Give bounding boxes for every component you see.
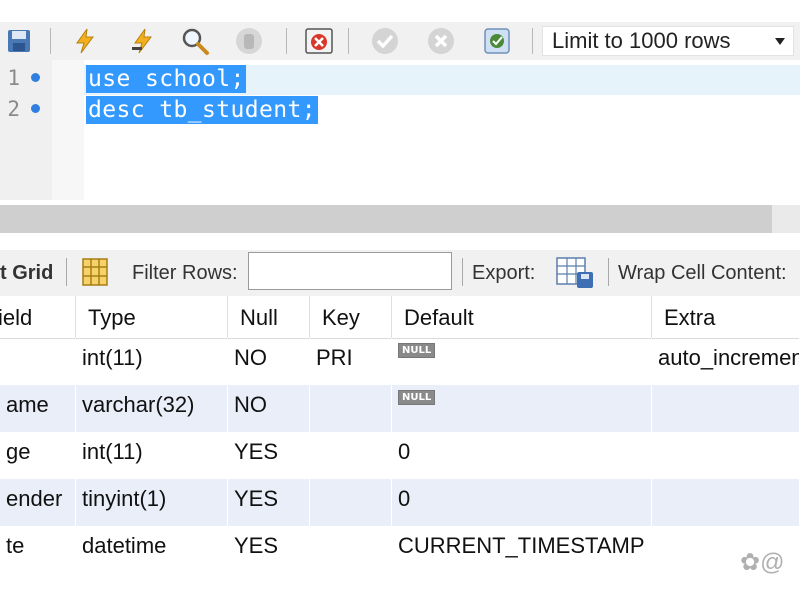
cell-default[interactable]: 0 xyxy=(392,479,652,526)
grid-layout-icon[interactable] xyxy=(82,258,108,291)
cell-null[interactable]: YES xyxy=(228,526,310,573)
cell-type[interactable]: varchar(32) xyxy=(76,385,228,432)
toolbar-separator xyxy=(462,258,463,286)
table-row[interactable]: ge int(11) YES 0 xyxy=(0,432,800,479)
cell-field[interactable]: ame xyxy=(0,385,76,432)
chevron-down-icon[interactable] xyxy=(775,38,785,45)
grid-header-row: ield Type Null Key Default Extra xyxy=(0,296,800,339)
table-row[interactable]: te datetime YES CURRENT_TIMESTAMP xyxy=(0,526,800,573)
cell-key[interactable] xyxy=(310,526,392,573)
horizontal-scrollbar[interactable] xyxy=(0,205,772,233)
autocommit-icon[interactable] xyxy=(482,26,512,56)
export-label: Export: xyxy=(472,262,536,284)
toolbar-separator xyxy=(50,28,51,54)
cell-extra[interactable] xyxy=(652,385,800,432)
table-row[interactable]: int(11) NO PRI NULL auto_incremen xyxy=(0,338,800,385)
cell-type[interactable]: tinyint(1) xyxy=(76,479,228,526)
result-grid-toolbar: t Grid Filter Rows: Export: Wrap Cell Co… xyxy=(0,250,800,296)
wrap-cell-content-label: Wrap Cell Content: xyxy=(618,262,787,284)
line-number: 1 xyxy=(7,66,20,90)
cell-default[interactable]: CURRENT_TIMESTAMP xyxy=(392,526,652,573)
limit-rows-label: Limit to 1000 rows xyxy=(552,28,731,53)
cell-type[interactable]: datetime xyxy=(76,526,228,573)
commit-icon[interactable] xyxy=(370,26,400,56)
cell-default[interactable]: 0 xyxy=(392,432,652,479)
cell-extra[interactable] xyxy=(652,432,800,479)
cell-null[interactable]: YES xyxy=(228,432,310,479)
code-line[interactable]: use school; xyxy=(88,65,245,93)
cell-extra[interactable]: auto_incremen xyxy=(652,338,800,385)
fold-strip xyxy=(52,60,84,200)
line-number: 2 xyxy=(7,97,20,121)
toolbar-separator xyxy=(608,258,609,286)
table-row[interactable]: ame varchar(32) NO NULL xyxy=(0,385,800,432)
cell-default[interactable]: NULL xyxy=(392,385,652,432)
result-grid: ield Type Null Key Default Extra int(11)… xyxy=(0,296,800,600)
null-badge: NULL xyxy=(398,343,436,358)
cell-field[interactable] xyxy=(0,338,76,385)
cell-field[interactable]: ender xyxy=(0,479,76,526)
cell-field[interactable]: te xyxy=(0,526,76,573)
limit-rows-select[interactable]: Limit to 1000 rows xyxy=(542,26,794,56)
column-header-extra[interactable]: Extra xyxy=(652,296,800,338)
stop-icon[interactable] xyxy=(234,26,264,56)
toolbar-separator xyxy=(532,28,533,54)
table-row[interactable]: ender tinyint(1) YES 0 xyxy=(0,479,800,526)
cell-null[interactable]: NO xyxy=(228,385,310,432)
column-header-default[interactable]: Default xyxy=(392,296,652,338)
export-icon[interactable] xyxy=(555,256,595,295)
statement-marker-icon xyxy=(31,104,40,113)
cell-key[interactable]: PRI xyxy=(310,338,392,385)
cell-key[interactable] xyxy=(310,385,392,432)
filter-rows-input[interactable] xyxy=(248,252,452,290)
cell-null[interactable]: NO xyxy=(228,338,310,385)
code-line[interactable]: desc tb_student; xyxy=(88,96,316,124)
result-grid-tab[interactable]: t Grid xyxy=(0,262,53,285)
null-badge: NULL xyxy=(398,390,436,405)
save-icon[interactable] xyxy=(4,26,34,56)
toolbar-separator xyxy=(348,28,349,54)
toolbar-separator xyxy=(66,258,67,286)
explain-icon[interactable] xyxy=(180,26,210,56)
column-header-null[interactable]: Null xyxy=(228,296,310,338)
column-header-field[interactable]: ield xyxy=(0,296,76,338)
cell-type[interactable]: int(11) xyxy=(76,432,228,479)
cell-default[interactable]: NULL xyxy=(392,338,652,385)
execute-icon[interactable] xyxy=(70,26,100,56)
statement-marker-icon xyxy=(31,73,40,82)
rollback-icon[interactable] xyxy=(426,26,456,56)
execute-current-icon[interactable] xyxy=(128,26,158,56)
cell-field[interactable]: ge xyxy=(0,432,76,479)
column-header-key[interactable]: Key xyxy=(310,296,392,338)
column-header-type[interactable]: Type xyxy=(76,296,228,338)
watermark: ✿@ xyxy=(740,549,785,576)
cell-key[interactable] xyxy=(310,432,392,479)
toolbar-separator xyxy=(286,28,287,54)
cell-type[interactable]: int(11) xyxy=(76,338,228,385)
toggle-error-icon[interactable] xyxy=(304,26,334,56)
sql-editor[interactable]: 1 use school; 2 desc tb_student; xyxy=(0,60,800,205)
cell-key[interactable] xyxy=(310,479,392,526)
cell-extra[interactable] xyxy=(652,479,800,526)
filter-rows-label: Filter Rows: xyxy=(132,262,238,284)
scrollbar-corner xyxy=(772,205,800,233)
cell-null[interactable]: YES xyxy=(228,479,310,526)
sql-editor-toolbar: Limit to 1000 rows xyxy=(0,22,800,60)
